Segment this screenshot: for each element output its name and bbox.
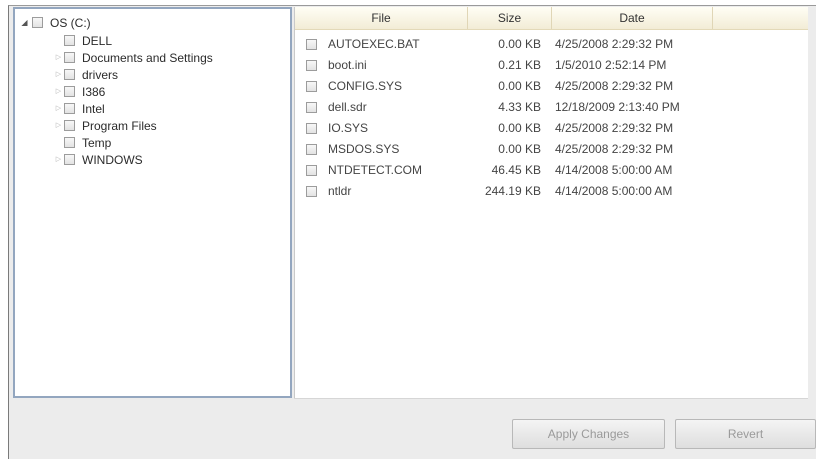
column-header-empty [713,7,808,29]
file-date: 12/18/2009 2:13:40 PM [555,100,680,114]
file-name: IO.SYS [328,121,369,135]
checkbox[interactable] [306,123,317,134]
file-name: MSDOS.SYS [328,142,400,156]
tree-item-drivers[interactable]: ▷ drivers [53,66,118,83]
tree-item-intel[interactable]: ▷ Intel [53,100,105,117]
file-name: dell.sdr [328,100,367,114]
file-date: 4/14/2008 5:00:00 AM [555,163,673,177]
expand-triangle-icon[interactable]: ▷ [53,83,64,100]
tree-item-root[interactable]: ◢ OS (C:) [19,14,91,31]
file-date: 4/25/2008 2:29:32 PM [555,37,674,51]
expand-triangle-icon[interactable]: ▷ [53,66,64,83]
file-row[interactable]: dell.sdr 4.33 KB 12/18/2009 2:13:40 PM [295,97,808,118]
file-size: 0.00 KB [498,142,541,156]
file-size: 0.00 KB [498,79,541,93]
file-row[interactable]: MSDOS.SYS 0.00 KB 4/25/2008 2:29:32 PM [295,139,808,160]
checkbox[interactable] [64,35,75,46]
file-size: 4.33 KB [498,100,541,114]
file-size: 0.00 KB [498,37,541,51]
file-row[interactable]: boot.ini 0.21 KB 1/5/2010 2:52:14 PM [295,55,808,76]
checkbox[interactable] [306,144,317,155]
divider [294,398,808,399]
tree-item-temp[interactable]: Temp [53,134,111,151]
tree-item-label: Program Files [82,118,157,133]
checkbox[interactable] [64,120,75,131]
checkbox[interactable] [306,81,317,92]
folder-tree[interactable]: ◢ OS (C:) DELL ▷ Documents and Settings … [13,7,292,398]
expand-triangle-icon[interactable]: ▷ [53,49,64,66]
file-name: NTDETECT.COM [328,163,422,177]
expand-triangle-icon[interactable]: ▷ [53,117,64,134]
revert-button[interactable]: Revert [675,419,816,449]
tree-item-dell[interactable]: DELL [53,32,112,49]
checkbox[interactable] [306,102,317,113]
tree-item-label: Documents and Settings [82,50,213,65]
expand-triangle-icon[interactable]: ▷ [53,151,64,168]
file-name: CONFIG.SYS [328,79,403,93]
checkbox[interactable] [64,103,75,114]
file-date: 1/5/2010 2:52:14 PM [555,58,667,72]
tree-item-documents-and-settings[interactable]: ▷ Documents and Settings [53,49,213,66]
file-name: boot.ini [328,58,367,72]
tree-item-label: I386 [82,84,106,99]
file-row[interactable]: ntldr 244.19 KB 4/14/2008 5:00:00 AM [295,181,808,202]
file-date: 4/14/2008 5:00:00 AM [555,184,673,198]
file-date: 4/25/2008 2:29:32 PM [555,79,674,93]
tree-item-windows[interactable]: ▷ WINDOWS [53,151,143,168]
tree-item-label: drivers [82,67,119,82]
file-row[interactable]: IO.SYS 0.00 KB 4/25/2008 2:29:32 PM [295,118,808,139]
file-name: AUTOEXEC.BAT [328,37,420,51]
column-header-file[interactable]: File [295,7,468,29]
tree-item-label: Temp [82,135,112,150]
file-row[interactable]: CONFIG.SYS 0.00 KB 4/25/2008 2:29:32 PM [295,76,808,97]
file-date: 4/25/2008 2:29:32 PM [555,142,674,156]
checkbox[interactable] [64,86,75,97]
column-header-date[interactable]: Date [552,7,713,29]
file-list-header: File Size Date [295,7,808,30]
tree-item-label: Intel [82,101,105,116]
checkbox[interactable] [306,60,317,71]
checkbox[interactable] [64,69,75,80]
file-size: 0.00 KB [498,121,541,135]
tree-item-label: DELL [82,33,113,48]
checkbox[interactable] [306,165,317,176]
file-list[interactable]: File Size Date AUTOEXEC.BAT 0.00 KB 4/25… [294,7,808,398]
tree-item-i386[interactable]: ▷ I386 [53,83,106,100]
tree-item-program-files[interactable]: ▷ Program Files [53,117,157,134]
checkbox[interactable] [64,137,75,148]
file-date: 4/25/2008 2:29:32 PM [555,121,674,135]
tree-item-label: WINDOWS [82,152,143,167]
file-row[interactable]: NTDETECT.COM 46.45 KB 4/14/2008 5:00:00 … [295,160,808,181]
checkbox[interactable] [64,154,75,165]
collapse-triangle-icon[interactable]: ◢ [19,14,30,31]
file-row[interactable]: AUTOEXEC.BAT 0.00 KB 4/25/2008 2:29:32 P… [295,34,808,55]
checkbox[interactable] [32,17,43,28]
file-name: ntldr [328,184,352,198]
file-size: 46.45 KB [491,163,541,177]
apply-changes-button[interactable]: Apply Changes [512,419,665,449]
file-size: 0.21 KB [498,58,541,72]
checkbox[interactable] [306,39,317,50]
tree-item-label: OS (C:) [50,15,91,30]
column-header-size[interactable]: Size [468,7,552,29]
checkbox[interactable] [64,52,75,63]
checkbox[interactable] [306,186,317,197]
file-size: 244.19 KB [484,184,541,198]
expand-triangle-icon[interactable]: ▷ [53,100,64,117]
